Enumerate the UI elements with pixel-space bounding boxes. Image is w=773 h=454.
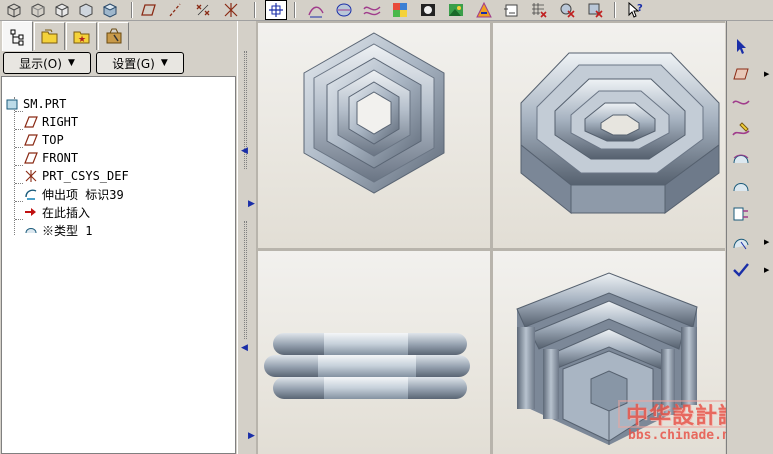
color-appearance-icon[interactable]	[389, 0, 411, 20]
favorites-tab[interactable]: ★	[66, 22, 97, 50]
select-grid-icon[interactable]	[265, 0, 287, 20]
top-toolbar: ?	[0, 0, 773, 21]
splitter-grip[interactable]	[244, 221, 247, 339]
navigator-tabs: ★	[0, 21, 130, 51]
viewport-bottom-left[interactable]	[258, 251, 490, 454]
shaded-cube-icon[interactable]	[99, 0, 121, 20]
part-icon	[4, 96, 20, 112]
spectrum-tool-icon[interactable]	[473, 0, 495, 20]
show-menu-button[interactable]: 显示(O) ▼	[3, 52, 91, 74]
sketch-curve-icon[interactable]	[730, 91, 752, 113]
mesh-delete-icon[interactable]	[528, 0, 550, 20]
expand-right-icon[interactable]: ▶	[248, 199, 255, 209]
show-menu-label: 显示(O)	[19, 56, 62, 71]
model-tree: SM.PRT RIGHT TOP FRONT PRT_CSYS_DEF 伸出项 …	[1, 76, 236, 454]
accept-check-icon[interactable]	[730, 259, 752, 281]
tree-item-top[interactable]: TOP	[23, 131, 64, 149]
datum-plane-icon	[23, 114, 39, 130]
tree-root-label: SM.PRT	[23, 97, 67, 111]
context-help-icon[interactable]: ?	[624, 0, 646, 20]
datum-axis-display-icon[interactable]	[164, 0, 186, 20]
datum-point-display-icon[interactable]	[192, 0, 214, 20]
tree-root-node[interactable]: SM.PRT	[4, 95, 66, 113]
render-tool-icon[interactable]	[417, 0, 439, 20]
insert-sheet-icon[interactable]	[500, 0, 522, 20]
expand-right-icon[interactable]: ▶	[248, 431, 255, 441]
flyout-arrow-icon[interactable]: ▶	[764, 70, 769, 78]
svg-text:?: ?	[637, 3, 643, 14]
view-cube-4-icon[interactable]	[75, 0, 97, 20]
suppress-feature-icon[interactable]	[584, 0, 606, 20]
tree-item-right[interactable]: RIGHT	[23, 113, 78, 131]
tree-item-front[interactable]: FRONT	[23, 149, 78, 167]
surface-tool-icon[interactable]	[333, 0, 355, 20]
collapse-left-icon[interactable]: ◀	[241, 146, 248, 156]
tools-tab[interactable]	[98, 22, 129, 50]
folder-browser-tab[interactable]	[34, 22, 65, 50]
flyout-arrow-icon[interactable]: ▶	[764, 238, 769, 246]
select-arrow-icon[interactable]	[730, 35, 752, 57]
graphics-area[interactable]: 中华設計論壇 bbs.chinade.net	[256, 21, 766, 454]
tree-item-type[interactable]: ※类型 1	[23, 221, 92, 239]
blend-tool-icon[interactable]	[730, 203, 752, 225]
navigator-menus: 显示(O) ▼ 设置(G) ▼	[0, 51, 237, 75]
datum-plane-icon	[23, 150, 39, 166]
sketch-tool-icon[interactable]	[305, 0, 327, 20]
viewport-top-left[interactable]	[258, 23, 490, 248]
surface-offset-icon[interactable]	[730, 231, 752, 253]
model-tree-tab[interactable]	[2, 21, 33, 51]
view-cube-1-icon[interactable]	[3, 0, 25, 20]
tree-item-label: FRONT	[42, 151, 79, 165]
tree-item-label: ※类型 1	[42, 223, 93, 238]
surface-feature-icon[interactable]	[730, 175, 752, 197]
protrusion-icon	[23, 186, 39, 202]
tree-item-label: 伸出项 标识39	[42, 187, 124, 202]
flyout-arrow-icon[interactable]: ▶	[764, 266, 769, 274]
right-toolbar: ▶ ▶ ▶	[726, 21, 773, 454]
datum-plane-display-icon[interactable]	[138, 0, 160, 20]
datum-plane-icon	[23, 132, 39, 148]
tree-item-insert-here[interactable]: 在此插入	[23, 203, 90, 221]
csys-icon	[23, 168, 39, 184]
svg-text:★: ★	[78, 35, 86, 45]
dropdown-arrow-icon: ▼	[67, 58, 75, 68]
delete-feature-icon[interactable]	[556, 0, 578, 20]
tree-item-label: 在此插入	[42, 205, 91, 220]
collapse-left-icon[interactable]: ◀	[241, 343, 248, 353]
csys-display-icon[interactable]	[220, 0, 242, 20]
curve-tool-icon[interactable]	[361, 0, 383, 20]
tree-item-label: TOP	[42, 133, 64, 147]
dropdown-arrow-icon: ▼	[160, 58, 168, 68]
viewport-top-right[interactable]	[493, 23, 725, 248]
view-cube-2-icon[interactable]	[27, 0, 49, 20]
tree-item-protrusion[interactable]: 伸出项 标识39	[23, 185, 124, 203]
app-window: ? ★ 显示(O) ▼ 设置(G) ▼ SM.PRT RIGHT TOP FRO…	[0, 0, 773, 454]
settings-menu-button[interactable]: 设置(G) ▼	[96, 52, 184, 74]
tree-item-label: PRT_CSYS_DEF	[42, 169, 129, 183]
boundary-blend-icon[interactable]	[730, 147, 752, 169]
tree-item-label: RIGHT	[42, 115, 79, 129]
datum-plane-tool-icon[interactable]	[730, 63, 752, 85]
surface-type-icon	[23, 222, 39, 238]
tree-item-csys[interactable]: PRT_CSYS_DEF	[23, 167, 129, 185]
view-cube-3-icon[interactable]	[51, 0, 73, 20]
edit-sketch-icon[interactable]	[730, 119, 752, 141]
photo-render-icon[interactable]	[445, 0, 467, 20]
pane-splitter[interactable]: ◀ ▶ ◀ ▶	[237, 21, 255, 454]
settings-menu-label: 设置(G)	[112, 56, 155, 71]
insert-here-arrow-icon	[23, 204, 39, 220]
